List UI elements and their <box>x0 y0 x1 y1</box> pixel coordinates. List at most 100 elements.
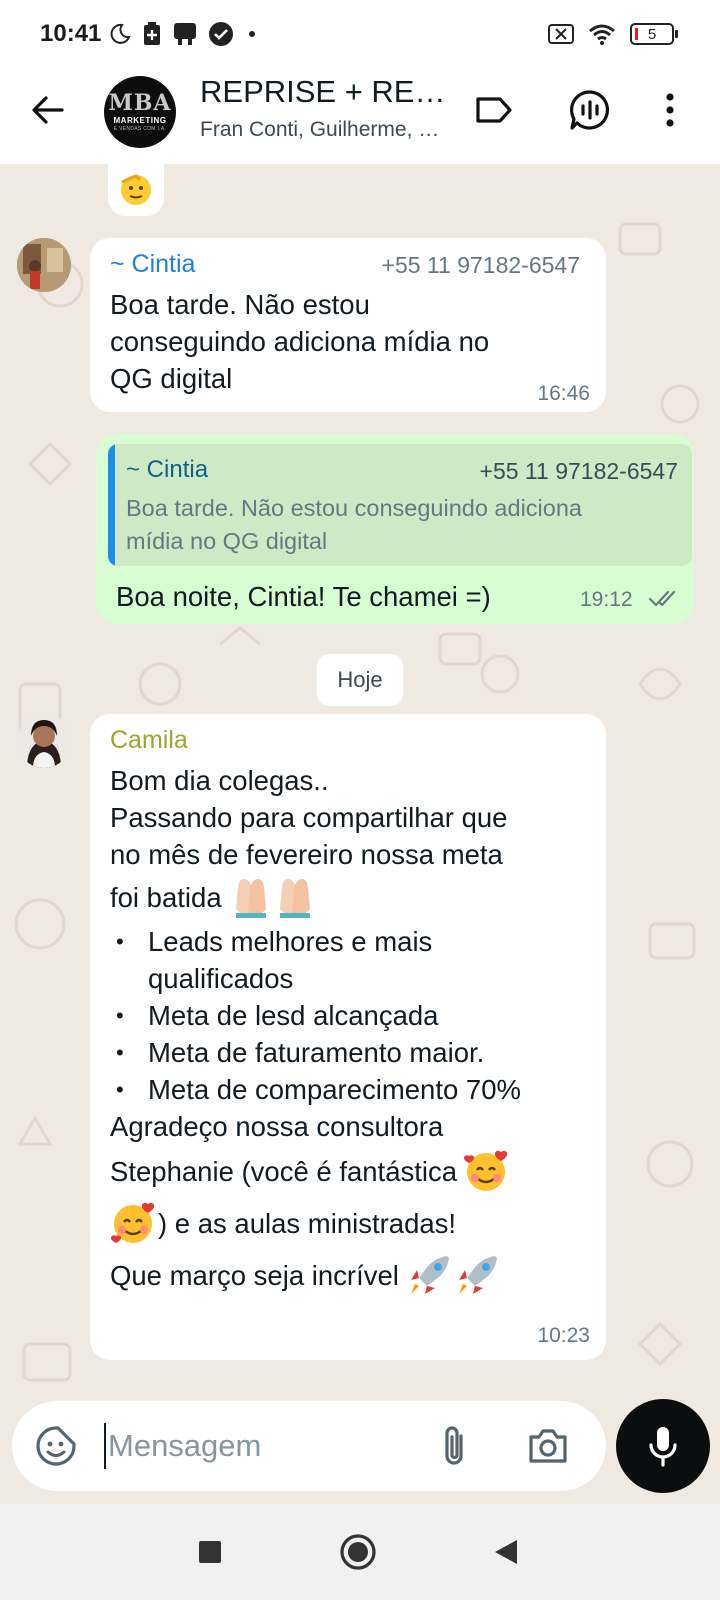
message-sender-phone: +55 11 97182-6547 <box>381 252 580 278</box>
message-text-line: QG digital <box>110 363 233 394</box>
message-input[interactable] <box>104 1423 424 1469</box>
avatar-photo-icon <box>17 238 71 292</box>
date-separator: Hoje <box>317 654 403 706</box>
moon-icon <box>110 23 131 44</box>
message-text-line: Passando para compartilhar que <box>110 802 508 833</box>
message-line-with-emoji: ) e as aulas ministradas! <box>110 1197 590 1249</box>
message-bubble-cintia[interactable]: ~ Cintia +55 11 97182-6547 Boa tarde. Nã… <box>90 238 606 412</box>
smiling-face-with-hearts-emoji-icon <box>110 1202 155 1243</box>
reaction-chip[interactable] <box>108 164 164 216</box>
status-icons-right: 5 <box>548 18 678 50</box>
message-text-line: conseguindo adiciona mídia no <box>110 326 490 357</box>
sticker-button[interactable] <box>32 1422 80 1470</box>
rocket-emoji-icon <box>410 1256 497 1294</box>
logo-line1: MARKETING <box>113 116 167 125</box>
message-text-line: Stephanie (você é fantástica <box>110 1155 458 1187</box>
message-line-with-emoji: foi batida <box>110 873 590 921</box>
chat-title[interactable]: REPRISE + RESULTADOS <box>200 74 456 110</box>
chat-header: MBA MARKETING E VENDAS COM I.A. REPRISE … <box>0 70 720 164</box>
message-text-line: ) e as aulas ministradas! <box>158 1207 457 1239</box>
home-button[interactable] <box>336 1530 380 1574</box>
sticker-icon <box>36 1426 76 1466</box>
back-arrow-icon <box>32 96 64 124</box>
quoted-text: Boa tarde. Não estou conseguindo adicion… <box>126 492 582 558</box>
bullet-list: Leads melhores e mais qualificados Meta … <box>110 923 590 1108</box>
bullet-text-line: Meta de comparecimento 70% <box>148 1074 521 1105</box>
message-composer <box>12 1401 606 1491</box>
camera-button[interactable] <box>524 1422 572 1470</box>
wifi-icon <box>589 24 615 45</box>
group-avatar[interactable]: MBA MARKETING E VENDAS COM I.A. <box>104 76 176 148</box>
message-time: 16:46 <box>537 382 590 405</box>
notification-icon <box>174 23 196 45</box>
message-text-line: Que março seja incrível <box>110 1259 399 1291</box>
quoted-message[interactable]: ~ Cintia +55 11 97182-6547 Boa tarde. Nã… <box>108 444 692 566</box>
back-button[interactable] <box>24 86 72 134</box>
voice-chat-button[interactable] <box>564 84 616 136</box>
more-options-button[interactable] <box>650 84 690 136</box>
camera-icon <box>529 1429 567 1463</box>
bullet-item: Meta de lesd alcançada <box>110 997 590 1034</box>
message-bubble-camila[interactable]: Camila Bom dia colegas.. Passando para c… <box>90 714 606 1360</box>
battery-icon: 5 <box>630 23 678 45</box>
chat-participants[interactable]: Fran Conti, Guilherme, Cintia, Camila <box>200 118 448 142</box>
bullet-text-line: Meta de faturamento maior. <box>148 1037 485 1068</box>
label-icon <box>476 97 512 123</box>
bullet-text-line: Leads melhores e mais <box>148 926 433 957</box>
home-icon <box>340 1534 376 1570</box>
message-text: Boa tarde. Não estou conseguindo adicion… <box>110 286 489 397</box>
bullet-text-line: qualificados <box>148 963 294 994</box>
bullet-item: Leads melhores e mais qualificados <box>110 923 590 997</box>
attach-button[interactable] <box>430 1422 478 1470</box>
dot-icon <box>249 31 255 37</box>
attach-icon <box>445 1426 463 1465</box>
no-sim-icon <box>548 24 574 44</box>
back-icon <box>495 1540 517 1564</box>
system-nav-bar <box>0 1504 720 1600</box>
battery-level: 5 <box>647 25 657 43</box>
message-line-with-emoji: Stephanie (você é fantástica <box>110 1145 590 1197</box>
label-button[interactable] <box>468 84 520 136</box>
message-bubble-outgoing[interactable]: ~ Cintia +55 11 97182-6547 Boa tarde. Nã… <box>96 434 694 624</box>
bullet-item: Meta de comparecimento 70% <box>110 1071 590 1108</box>
message-sender[interactable]: ~ Cintia <box>110 250 195 279</box>
quoted-phone: +55 11 97182-6547 <box>479 458 678 484</box>
smiling-face-with-hearts-emoji-icon <box>463 1150 508 1191</box>
quoted-sender: ~ Cintia <box>126 456 209 483</box>
message-time: 19:12 <box>580 588 633 611</box>
message-text-line: no mês de fevereiro nossa meta <box>110 839 503 870</box>
read-receipt-icon <box>648 590 676 607</box>
voice-chat-icon <box>570 90 610 130</box>
logo-mba: MBA <box>108 90 172 116</box>
avatar-photo-icon <box>17 714 71 768</box>
bullet-text-line: Meta de lesd alcançada <box>148 1000 439 1031</box>
logo-line2: E VENDAS COM I.A. <box>113 126 167 132</box>
status-icons-left <box>108 18 260 50</box>
saluting-face-emoji-icon <box>121 174 151 205</box>
message-sender[interactable]: Camila <box>110 726 188 755</box>
battery-saver-icon <box>144 22 160 45</box>
avatar-cintia[interactable] <box>17 238 71 292</box>
message-text-line: Bom dia colegas.. <box>110 765 329 796</box>
bullet-item: Meta de faturamento maior. <box>110 1034 590 1071</box>
avatar-camila[interactable] <box>17 714 71 768</box>
message-text-line: Agradeço nossa consultora <box>110 1111 444 1142</box>
status-bar: 10:41 5 <box>0 0 720 70</box>
folded-hands-emoji-icon <box>235 879 310 918</box>
message-line-with-emoji: Que março seja incrível <box>110 1249 590 1301</box>
check-circle-icon <box>209 22 233 46</box>
voice-message-button[interactable] <box>616 1399 710 1493</box>
message-text-line: Boa tarde. Não estou <box>110 289 370 320</box>
message-text: Bom dia colegas.. Passando para comparti… <box>110 762 590 1301</box>
status-time: 10:41 <box>40 20 102 47</box>
nav-back-button[interactable] <box>484 1530 528 1574</box>
mic-icon <box>649 1427 677 1467</box>
quote-accent-bar <box>108 444 115 566</box>
recents-icon <box>199 1541 221 1563</box>
chat-area[interactable]: ~ Cintia +55 11 97182-6547 Boa tarde. Nã… <box>0 164 720 1500</box>
message-text: Boa noite, Cintia! Te chamei =) <box>116 581 491 612</box>
recents-button[interactable] <box>188 1530 232 1574</box>
quoted-text-line: Boa tarde. Não estou conseguindo adicion… <box>126 495 582 521</box>
quoted-text-line: mídia no QG digital <box>126 528 328 554</box>
message-text-line: foi batida <box>110 881 222 913</box>
